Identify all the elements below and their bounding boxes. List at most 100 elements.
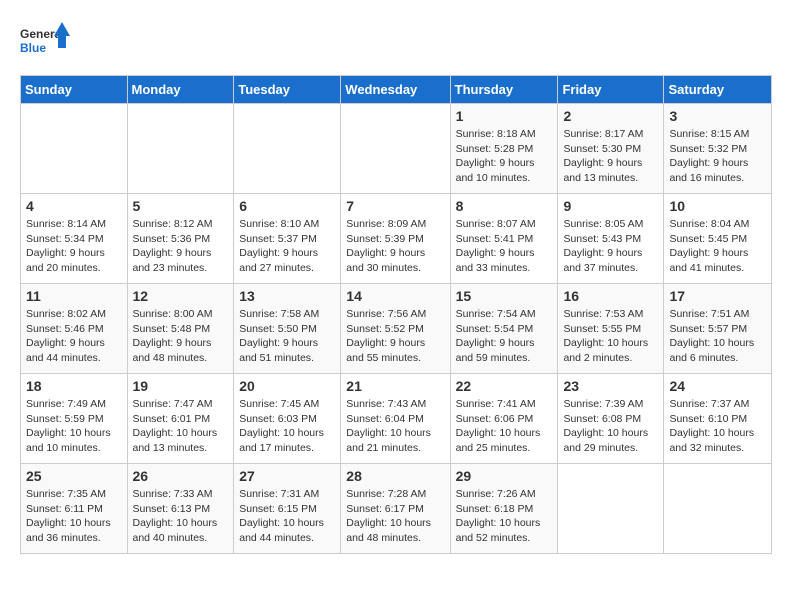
day-info: Sunrise: 7:45 AM Sunset: 6:03 PM Dayligh…	[239, 397, 335, 456]
header-day-tuesday: Tuesday	[234, 76, 341, 104]
day-number: 11	[26, 288, 122, 304]
day-number: 6	[239, 198, 335, 214]
calendar-cell: 20 Sunrise: 7:45 AM Sunset: 6:03 PM Dayli…	[234, 374, 341, 464]
calendar-cell: 29Sunrise: 7:26 AM Sunset: 6:18 PM Dayli…	[450, 464, 558, 554]
day-info: Sunrise: 7:58 AM Sunset: 5:50 PM Dayligh…	[239, 307, 335, 366]
day-number: 28	[346, 468, 444, 484]
calendar-cell: 27 Sunrise: 7:31 AM Sunset: 6:15 PM Dayli…	[234, 464, 341, 554]
calendar-cell: 17 Sunrise: 7:51 AM Sunset: 5:57 PM Dayli…	[664, 284, 772, 374]
day-info: Sunrise: 8:04 AM Sunset: 5:45 PM Dayligh…	[669, 217, 766, 276]
header-day-friday: Friday	[558, 76, 664, 104]
day-info: Sunrise: 7:26 AM Sunset: 6:18 PM Dayligh…	[456, 487, 553, 546]
day-number: 10	[669, 198, 766, 214]
svg-text:Blue: Blue	[20, 41, 46, 55]
calendar-cell: 23 Sunrise: 7:39 AM Sunset: 6:08 PM Dayli…	[558, 374, 664, 464]
calendar-cell: 12 Sunrise: 8:00 AM Sunset: 5:48 PM Dayli…	[127, 284, 234, 374]
calendar-cell: 5 Sunrise: 8:12 AM Sunset: 5:36 PM Daylig…	[127, 194, 234, 284]
calendar-cell: 16 Sunrise: 7:53 AM Sunset: 5:55 PM Dayli…	[558, 284, 664, 374]
day-info: Sunrise: 8:05 AM Sunset: 5:43 PM Dayligh…	[563, 217, 658, 276]
day-info: Sunrise: 7:47 AM Sunset: 6:01 PM Dayligh…	[133, 397, 229, 456]
day-info: Sunrise: 8:17 AM Sunset: 5:30 PM Dayligh…	[563, 127, 658, 186]
day-number: 24	[669, 378, 766, 394]
calendar-cell	[558, 464, 664, 554]
header-day-sunday: Sunday	[21, 76, 128, 104]
calendar-cell: 14 Sunrise: 7:56 AM Sunset: 5:52 PM Dayli…	[341, 284, 450, 374]
calendar-cell: 26Sunrise: 7:33 AM Sunset: 6:13 PM Dayli…	[127, 464, 234, 554]
calendar-cell: 22 Sunrise: 7:41 AM Sunset: 6:06 PM Dayli…	[450, 374, 558, 464]
header-day-thursday: Thursday	[450, 76, 558, 104]
day-info: Sunrise: 7:41 AM Sunset: 6:06 PM Dayligh…	[456, 397, 553, 456]
day-info: Sunrise: 8:18 AM Sunset: 5:28 PM Dayligh…	[456, 127, 553, 186]
day-info: Sunrise: 7:31 AM Sunset: 6:15 PM Dayligh…	[239, 487, 335, 546]
day-info: Sunrise: 8:14 AM Sunset: 5:34 PM Dayligh…	[26, 217, 122, 276]
calendar-week-row: 11Sunrise: 8:02 AM Sunset: 5:46 PM Dayli…	[21, 284, 772, 374]
day-number: 17	[669, 288, 766, 304]
calendar-week-row: 25Sunrise: 7:35 AM Sunset: 6:11 PM Dayli…	[21, 464, 772, 554]
day-number: 15	[456, 288, 553, 304]
calendar-cell: 11Sunrise: 8:02 AM Sunset: 5:46 PM Dayli…	[21, 284, 128, 374]
day-info: Sunrise: 8:00 AM Sunset: 5:48 PM Dayligh…	[133, 307, 229, 366]
day-number: 23	[563, 378, 658, 394]
calendar-cell	[21, 104, 128, 194]
day-info: Sunrise: 7:56 AM Sunset: 5:52 PM Dayligh…	[346, 307, 444, 366]
day-info: Sunrise: 8:07 AM Sunset: 5:41 PM Dayligh…	[456, 217, 553, 276]
calendar-cell: 9 Sunrise: 8:05 AM Sunset: 5:43 PM Daylig…	[558, 194, 664, 284]
day-number: 4	[26, 198, 122, 214]
day-number: 16	[563, 288, 658, 304]
calendar-cell: 25Sunrise: 7:35 AM Sunset: 6:11 PM Dayli…	[21, 464, 128, 554]
day-info: Sunrise: 7:54 AM Sunset: 5:54 PM Dayligh…	[456, 307, 553, 366]
calendar-cell: 19 Sunrise: 7:47 AM Sunset: 6:01 PM Dayli…	[127, 374, 234, 464]
calendar-cell: 15 Sunrise: 7:54 AM Sunset: 5:54 PM Dayli…	[450, 284, 558, 374]
header: General Blue	[20, 20, 772, 65]
day-number: 1	[456, 108, 553, 124]
day-number: 19	[133, 378, 229, 394]
day-info: Sunrise: 8:09 AM Sunset: 5:39 PM Dayligh…	[346, 217, 444, 276]
day-number: 7	[346, 198, 444, 214]
calendar-cell	[127, 104, 234, 194]
day-number: 2	[563, 108, 658, 124]
day-info: Sunrise: 7:49 AM Sunset: 5:59 PM Dayligh…	[26, 397, 122, 456]
calendar-cell: 28 Sunrise: 7:28 AM Sunset: 6:17 PM Dayli…	[341, 464, 450, 554]
day-number: 12	[133, 288, 229, 304]
day-info: Sunrise: 7:53 AM Sunset: 5:55 PM Dayligh…	[563, 307, 658, 366]
day-number: 3	[669, 108, 766, 124]
calendar-cell: 21Sunrise: 7:43 AM Sunset: 6:04 PM Dayli…	[341, 374, 450, 464]
calendar-cell: 18 Sunrise: 7:49 AM Sunset: 5:59 PM Dayli…	[21, 374, 128, 464]
day-info: Sunrise: 8:12 AM Sunset: 5:36 PM Dayligh…	[133, 217, 229, 276]
day-number: 8	[456, 198, 553, 214]
calendar-cell: 2 Sunrise: 8:17 AM Sunset: 5:30 PM Daylig…	[558, 104, 664, 194]
calendar-cell: 7 Sunrise: 8:09 AM Sunset: 5:39 PM Daylig…	[341, 194, 450, 284]
calendar-cell: 1 Sunrise: 8:18 AM Sunset: 5:28 PM Daylig…	[450, 104, 558, 194]
day-number: 9	[563, 198, 658, 214]
day-number: 5	[133, 198, 229, 214]
calendar-header-row: SundayMondayTuesdayWednesdayThursdayFrid…	[21, 76, 772, 104]
day-number: 13	[239, 288, 335, 304]
calendar-cell: 4 Sunrise: 8:14 AM Sunset: 5:34 PM Daylig…	[21, 194, 128, 284]
day-number: 27	[239, 468, 335, 484]
header-day-monday: Monday	[127, 76, 234, 104]
day-info: Sunrise: 7:39 AM Sunset: 6:08 PM Dayligh…	[563, 397, 658, 456]
calendar-week-row: 18 Sunrise: 7:49 AM Sunset: 5:59 PM Dayli…	[21, 374, 772, 464]
calendar-week-row: 4 Sunrise: 8:14 AM Sunset: 5:34 PM Daylig…	[21, 194, 772, 284]
calendar-cell	[341, 104, 450, 194]
header-day-saturday: Saturday	[664, 76, 772, 104]
day-info: Sunrise: 7:28 AM Sunset: 6:17 PM Dayligh…	[346, 487, 444, 546]
day-info: Sunrise: 7:51 AM Sunset: 5:57 PM Dayligh…	[669, 307, 766, 366]
calendar-cell: 8 Sunrise: 8:07 AM Sunset: 5:41 PM Daylig…	[450, 194, 558, 284]
calendar-cell: 24 Sunrise: 7:37 AM Sunset: 6:10 PM Dayli…	[664, 374, 772, 464]
calendar-cell: 3 Sunrise: 8:15 AM Sunset: 5:32 PM Daylig…	[664, 104, 772, 194]
logo: General Blue	[20, 20, 70, 65]
day-number: 18	[26, 378, 122, 394]
calendar-cell	[664, 464, 772, 554]
day-info: Sunrise: 7:35 AM Sunset: 6:11 PM Dayligh…	[26, 487, 122, 546]
day-info: Sunrise: 8:15 AM Sunset: 5:32 PM Dayligh…	[669, 127, 766, 186]
day-number: 14	[346, 288, 444, 304]
day-number: 22	[456, 378, 553, 394]
day-info: Sunrise: 7:33 AM Sunset: 6:13 PM Dayligh…	[133, 487, 229, 546]
day-info: Sunrise: 7:43 AM Sunset: 6:04 PM Dayligh…	[346, 397, 444, 456]
day-info: Sunrise: 7:37 AM Sunset: 6:10 PM Dayligh…	[669, 397, 766, 456]
calendar-cell: 10 Sunrise: 8:04 AM Sunset: 5:45 PM Dayli…	[664, 194, 772, 284]
day-info: Sunrise: 8:10 AM Sunset: 5:37 PM Dayligh…	[239, 217, 335, 276]
day-number: 20	[239, 378, 335, 394]
logo-svg: General Blue	[20, 20, 70, 65]
